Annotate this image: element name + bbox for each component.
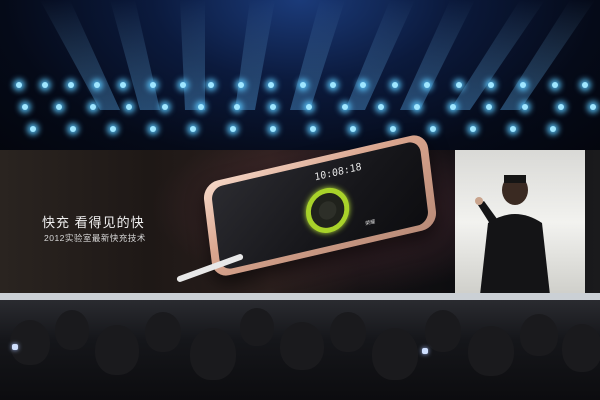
phone-brand-label: 荣耀	[365, 219, 376, 228]
camera-screen-glow	[12, 344, 18, 350]
phone-clock: 10:08:18	[313, 161, 363, 184]
speaker-on-screen	[475, 175, 550, 295]
event-photo: 快充 看得见的快 2012实验室最新快充技术 10:08:18 荣耀	[0, 0, 600, 400]
audience-crowd	[0, 300, 600, 400]
slide-subline: 2012实验室最新快充技术	[44, 233, 146, 243]
slide-headline: 快充 看得见的快	[42, 215, 145, 230]
led-row-middle	[0, 104, 600, 114]
phone-screen-glow	[422, 348, 428, 354]
charging-ring-icon	[303, 183, 352, 238]
led-row-lower	[0, 126, 600, 136]
beam-group	[40, 0, 595, 110]
led-row-upper	[0, 82, 600, 92]
